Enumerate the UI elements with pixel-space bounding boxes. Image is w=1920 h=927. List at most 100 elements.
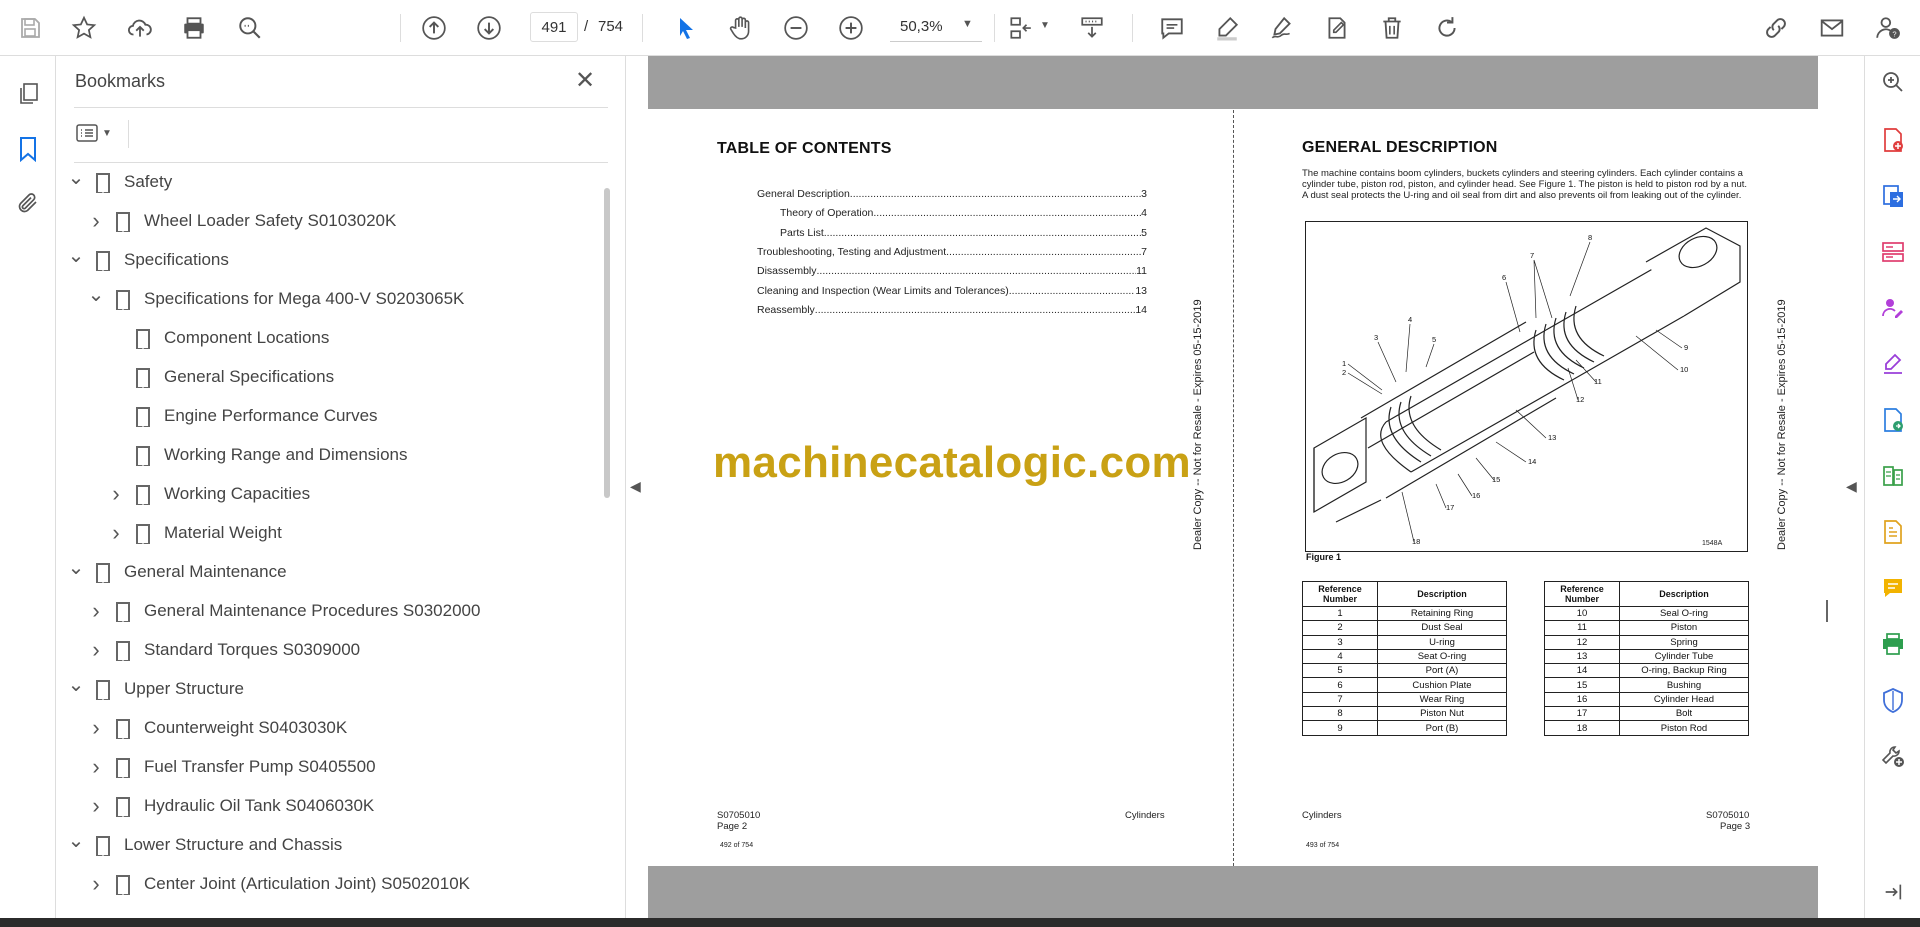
- chevron-right-icon[interactable]: ›: [86, 715, 106, 741]
- bookmark-item[interactable]: ⌄ Specifications for Mega 400-V S0203065K: [86, 284, 464, 314]
- bookmark-item[interactable]: Component Locations: [106, 323, 329, 353]
- find-icon[interactable]: [234, 12, 266, 44]
- bookmark-item[interactable]: › Counterweight S0403030K: [86, 713, 347, 743]
- bookmark-item[interactable]: ⌄ Specifications: [66, 245, 229, 275]
- upload-cloud-icon[interactable]: [124, 12, 156, 44]
- chevron-down-icon[interactable]: ⌄: [66, 672, 86, 697]
- chevron-down-icon[interactable]: ⌄: [86, 282, 106, 307]
- collapse-left-panel-icon[interactable]: ◀: [630, 478, 641, 495]
- page-thumbnails-icon[interactable]: [12, 78, 44, 110]
- reference-number-cell: 17: [1544, 706, 1620, 722]
- bookmarks-panel: Bookmarks ✕ ▼ ⌄ Safety › Wheel Loader Safet…: [56, 56, 626, 918]
- page-number-input[interactable]: [530, 12, 578, 42]
- bookmark-item[interactable]: › Material Weight: [106, 518, 281, 548]
- bookmark-options-button[interactable]: ▼: [76, 119, 120, 147]
- bookmark-icon: [116, 875, 130, 895]
- bookmark-item[interactable]: General Specifications: [106, 362, 334, 392]
- save-icon[interactable]: [14, 12, 46, 44]
- email-icon[interactable]: [1816, 12, 1848, 44]
- table-row: 2 Dust Seal: [1302, 620, 1507, 636]
- bookmark-item[interactable]: ⌄ Upper Structure: [66, 674, 244, 704]
- compare-files-icon[interactable]: [1877, 460, 1909, 492]
- previous-page-icon[interactable]: [418, 12, 450, 44]
- zoom-in-icon[interactable]: [835, 12, 867, 44]
- next-page-icon[interactable]: [473, 12, 505, 44]
- document-scrollbar-handle[interactable]: [1826, 600, 1828, 622]
- fill-sign-icon[interactable]: [1877, 348, 1909, 380]
- toolbar-divider: [994, 14, 995, 42]
- toc-entry[interactable]: Reassembly 14: [757, 304, 1147, 316]
- account-help-icon[interactable]: ?: [1872, 12, 1904, 44]
- collapse-tools-icon[interactable]: [1877, 876, 1909, 908]
- bookmark-tree: ⌄ Safety › Wheel Loader Safety S0103020K ⌄ Sp…: [56, 166, 596, 916]
- toc-entry[interactable]: Parts List 5: [780, 227, 1147, 239]
- figure-caption: Figure 1: [1306, 552, 1342, 562]
- toc-entry[interactable]: Troubleshooting, Testing and Adjustment 7: [757, 246, 1147, 258]
- chevron-right-icon[interactable]: ›: [106, 481, 126, 507]
- print-production-icon[interactable]: [1877, 628, 1909, 660]
- delete-trash-icon[interactable]: [1376, 12, 1408, 44]
- chevron-down-icon[interactable]: ⌄: [66, 243, 86, 268]
- draw-freehand-icon[interactable]: [1266, 12, 1298, 44]
- comments-panel-icon[interactable]: [1877, 572, 1909, 604]
- chevron-right-icon[interactable]: ›: [86, 637, 106, 663]
- bookmark-item[interactable]: › Hydraulic Oil Tank S0406030K: [86, 791, 374, 821]
- chevron-down-icon[interactable]: ⌄: [66, 828, 86, 853]
- attachments-paperclip-icon[interactable]: [12, 187, 44, 219]
- chevron-right-icon[interactable]: ›: [86, 598, 106, 624]
- chevron-right-icon[interactable]: ›: [86, 754, 106, 780]
- table-row: 7 Wear Ring: [1302, 691, 1507, 708]
- organize-pages-icon[interactable]: [1877, 236, 1909, 268]
- create-pdf-icon[interactable]: [1877, 124, 1909, 156]
- zoom-out-icon[interactable]: [780, 12, 812, 44]
- bookmark-item[interactable]: › Standard Torques S0309000: [86, 635, 360, 665]
- bookmark-icon: [136, 485, 150, 505]
- chevron-down-icon[interactable]: ⌄: [66, 166, 86, 190]
- bookmark-item[interactable]: › Wheel Loader Safety S0103020K: [86, 206, 396, 236]
- chevron-right-icon[interactable]: ›: [86, 208, 106, 234]
- bookmarks-scrollbar-thumb[interactable]: [604, 188, 610, 498]
- toc-entry[interactable]: Theory of Operation 4: [780, 207, 1147, 219]
- bookmark-item[interactable]: › General Maintenance Procedures S0302000: [86, 596, 480, 626]
- chevron-down-icon[interactable]: ▼: [962, 18, 973, 30]
- hand-tool-icon[interactable]: [725, 12, 757, 44]
- bookmark-item[interactable]: ⌄ General Maintenance: [66, 557, 287, 587]
- toc-entry[interactable]: General Description 3: [757, 188, 1147, 200]
- print-icon[interactable]: [178, 12, 210, 44]
- chevron-down-icon[interactable]: ⌄: [66, 555, 86, 580]
- bookmark-item[interactable]: Working Range and Dimensions: [106, 440, 407, 470]
- highlight-pen-icon[interactable]: [1211, 12, 1243, 44]
- rotate-icon[interactable]: [1431, 12, 1463, 44]
- fit-page-icon[interactable]: [1004, 12, 1036, 44]
- toc-entry[interactable]: Disassembly 11: [757, 265, 1147, 277]
- chevron-right-icon[interactable]: ›: [106, 520, 126, 546]
- close-icon[interactable]: ✕: [575, 66, 595, 95]
- protect-shield-icon[interactable]: [1877, 684, 1909, 716]
- chevron-right-icon[interactable]: ›: [86, 793, 106, 819]
- request-signatures-icon[interactable]: [1877, 292, 1909, 324]
- export-pdf-icon[interactable]: [1877, 180, 1909, 212]
- chevron-right-icon[interactable]: ›: [86, 871, 106, 897]
- collapse-right-panel-icon[interactable]: ◀: [1846, 478, 1857, 495]
- bookmark-item[interactable]: Engine Performance Curves: [106, 401, 378, 431]
- toc-entry[interactable]: Cleaning and Inspection (Wear Limits and…: [757, 285, 1147, 297]
- comment-icon[interactable]: [1156, 12, 1188, 44]
- bookmark-item[interactable]: ⌄ Safety: [66, 167, 172, 197]
- star-icon[interactable]: [68, 12, 100, 44]
- more-tools-icon[interactable]: [1877, 740, 1909, 772]
- bookmark-item[interactable]: › Center Joint (Articulation Joint) S0502…: [86, 869, 470, 899]
- bookmark-item[interactable]: › Working Capacities: [106, 479, 310, 509]
- bookmarks-panel-icon[interactable]: [12, 133, 44, 165]
- bookmark-item[interactable]: › Fuel Transfer Pump S0405500: [86, 752, 375, 782]
- reference-number-cell: 15: [1544, 677, 1620, 693]
- description-cell: Cushion Plate: [1377, 677, 1507, 693]
- send-for-review-icon[interactable]: [1877, 404, 1909, 436]
- chevron-down-icon[interactable]: ▼: [1040, 20, 1050, 31]
- zoom-search-icon[interactable]: [1877, 66, 1909, 98]
- scroll-mode-icon[interactable]: [1076, 12, 1108, 44]
- bookmark-item[interactable]: ⌄ Lower Structure and Chassis: [66, 830, 342, 860]
- edit-text-icon[interactable]: [1321, 12, 1353, 44]
- scan-ocr-icon[interactable]: [1877, 516, 1909, 548]
- share-link-icon[interactable]: [1760, 12, 1792, 44]
- select-cursor-icon[interactable]: [670, 12, 702, 44]
